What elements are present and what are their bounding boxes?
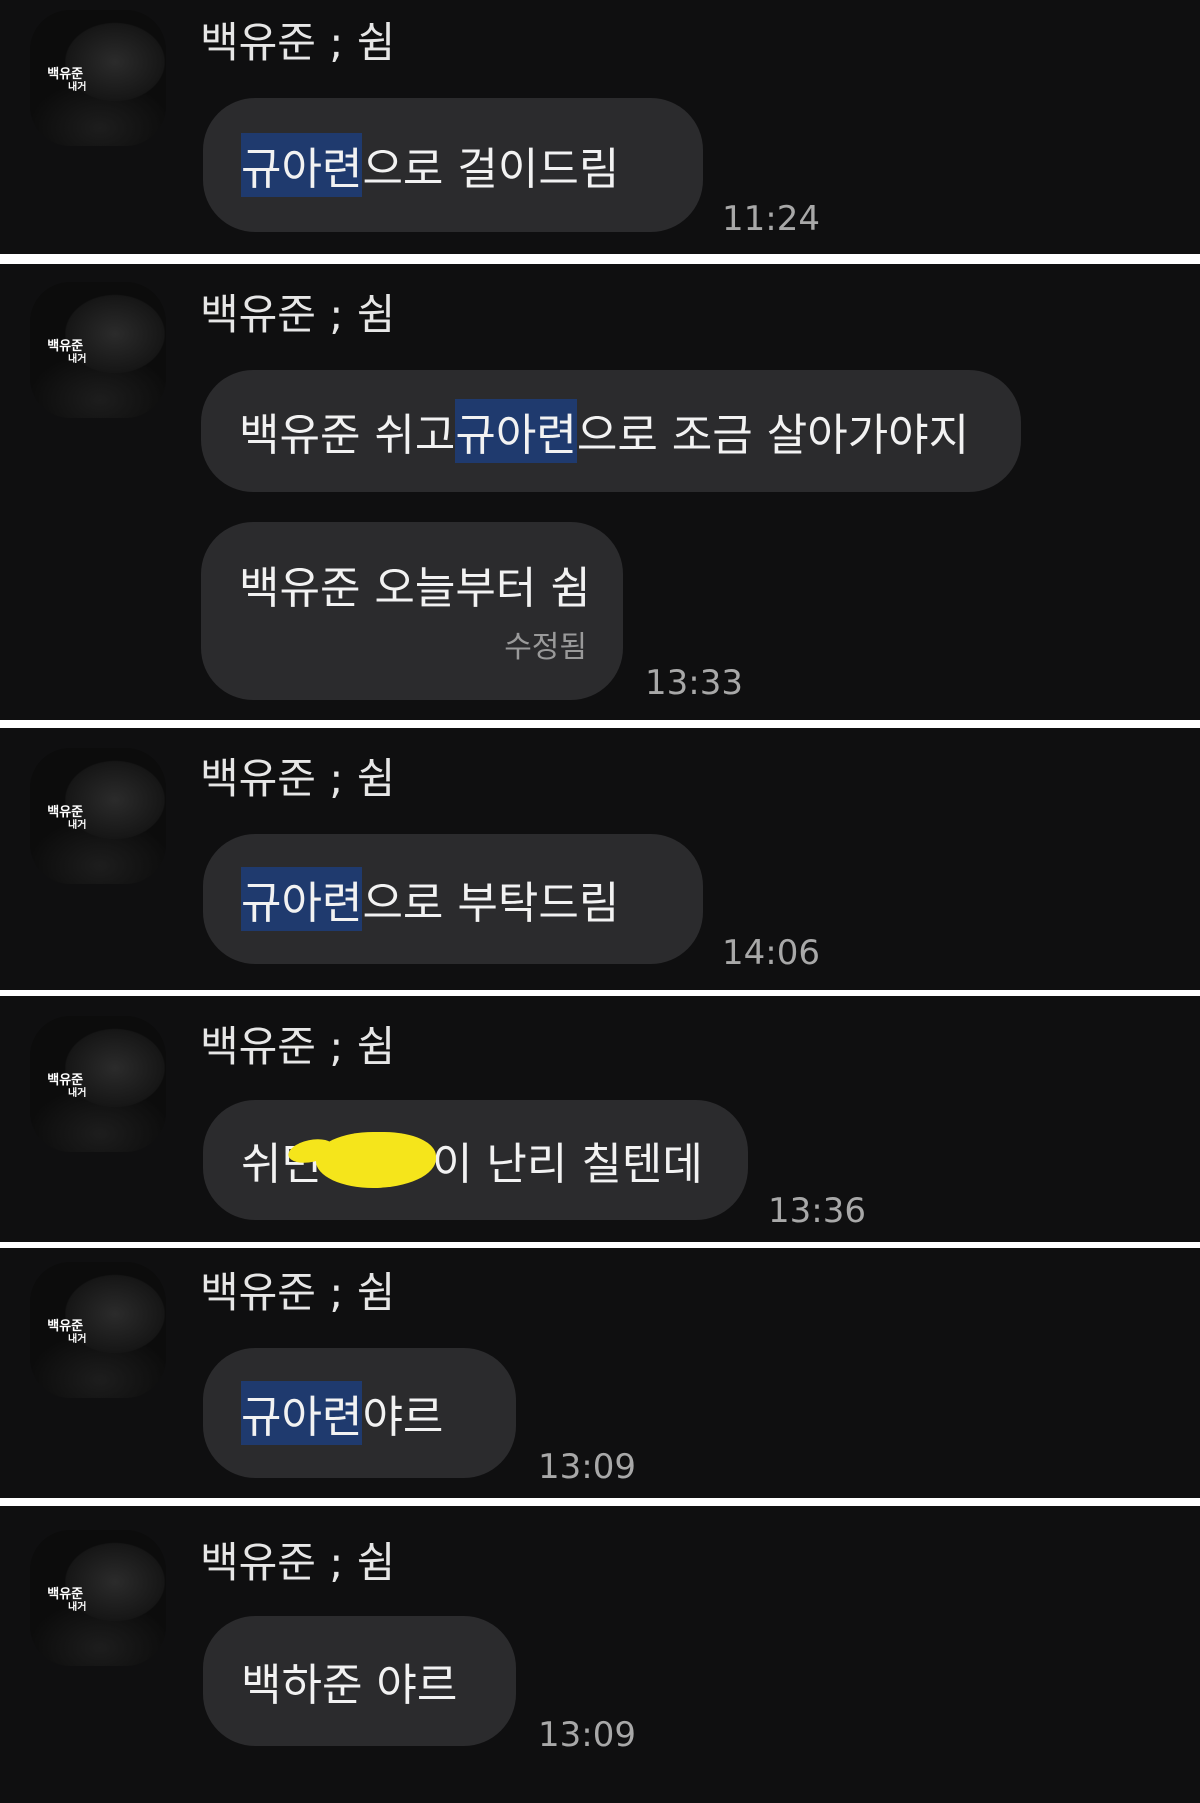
message-text: 으로 걸이드림 bbox=[362, 144, 620, 195]
highlighted-text: 규아련 bbox=[241, 867, 363, 931]
avatar[interactable]: 백유준 내거 bbox=[30, 748, 166, 884]
highlighted-text: 규아련 bbox=[241, 1381, 363, 1445]
sender-name: 백유준 ; 쉼 bbox=[200, 1022, 396, 1071]
avatar-caption: 백유준 내거 bbox=[47, 805, 87, 832]
message-text: 백유준 오늘부터 쉼 bbox=[239, 563, 591, 614]
sender-name: 백유준 ; 쉼 bbox=[200, 18, 396, 67]
message-text: 백하준 야르 bbox=[241, 1660, 458, 1711]
message-bubble[interactable]: 규아련 야르 bbox=[203, 1348, 516, 1478]
avatar-caption: 백유준 내거 bbox=[47, 1587, 87, 1614]
avatar[interactable]: 백유준 내거 bbox=[30, 1016, 166, 1152]
timestamp: 11:24 bbox=[722, 199, 820, 239]
avatar[interactable]: 백유준 내거 bbox=[30, 282, 166, 418]
sender-name: 백유준 ; 쉼 bbox=[200, 754, 396, 803]
timestamp: 14:06 bbox=[722, 933, 820, 973]
message-bubble[interactable]: 규아련 으로 걸이드림 bbox=[203, 98, 703, 232]
chat-panel-5: 백유준 내거 백유준 ; 쉼 규아련 야르 13:09 bbox=[0, 1248, 1200, 1498]
timestamp: 13:36 bbox=[768, 1191, 866, 1231]
highlighted-text: 규아련 bbox=[455, 399, 577, 463]
message-bubble[interactable]: 규아련 으로 부탁드림 bbox=[203, 834, 703, 964]
message-text: 으로 부탁드림 bbox=[362, 878, 620, 929]
chat-panel-1: 백유준 내거 백유준 ; 쉼 규아련 으로 걸이드림 11:24 bbox=[0, 0, 1200, 254]
message-text: 백유준 쉬고 bbox=[239, 410, 456, 461]
message-bubble[interactable]: 쉬면 이 난리 칠텐데 bbox=[203, 1100, 748, 1220]
chat-panel-6: 백유준 내거 백유준 ; 쉼 백하준 야르 13:09 bbox=[0, 1506, 1200, 1803]
avatar-caption: 백유준 내거 bbox=[47, 67, 87, 94]
timestamp: 13:09 bbox=[538, 1447, 636, 1487]
message-text: 야르 bbox=[362, 1392, 444, 1443]
sender-name: 백유준 ; 쉼 bbox=[200, 1538, 396, 1587]
message-bubble[interactable]: 백유준 오늘부터 쉼 수정됨 bbox=[201, 522, 623, 700]
avatar[interactable]: 백유준 내거 bbox=[30, 1530, 166, 1666]
sender-name: 백유준 ; 쉼 bbox=[200, 1268, 396, 1317]
message-text: 이 난리 칠텐데 bbox=[431, 1139, 703, 1190]
edited-label: 수정됨 bbox=[504, 630, 587, 665]
chat-panel-2: 백유준 내거 백유준 ; 쉼 백유준 쉬고 규아련 으로 조금 살아가야지 백유준… bbox=[0, 264, 1200, 720]
avatar[interactable]: 백유준 내거 bbox=[30, 1262, 166, 1398]
chat-panel-4: 백유준 내거 백유준 ; 쉼 쉬면 이 난리 칠텐데 13:36 bbox=[0, 996, 1200, 1242]
sender-name: 백유준 ; 쉼 bbox=[200, 290, 396, 339]
avatar-caption: 백유준 내거 bbox=[47, 1073, 87, 1100]
chat-panel-3: 백유준 내거 백유준 ; 쉼 규아련 으로 부탁드림 14:06 bbox=[0, 728, 1200, 990]
avatar-caption: 백유준 내거 bbox=[47, 339, 87, 366]
message-text: 으로 조금 살아가야지 bbox=[576, 410, 970, 461]
highlighted-text: 규아련 bbox=[241, 133, 363, 197]
avatar[interactable]: 백유준 내거 bbox=[30, 10, 166, 146]
timestamp: 13:33 bbox=[645, 663, 743, 703]
redaction-scribble bbox=[315, 1132, 436, 1188]
avatar-caption: 백유준 내거 bbox=[47, 1319, 87, 1346]
message-bubble[interactable]: 백유준 쉬고 규아련 으로 조금 살아가야지 bbox=[201, 370, 1021, 492]
timestamp: 13:09 bbox=[538, 1715, 636, 1755]
message-bubble[interactable]: 백하준 야르 bbox=[203, 1616, 516, 1746]
